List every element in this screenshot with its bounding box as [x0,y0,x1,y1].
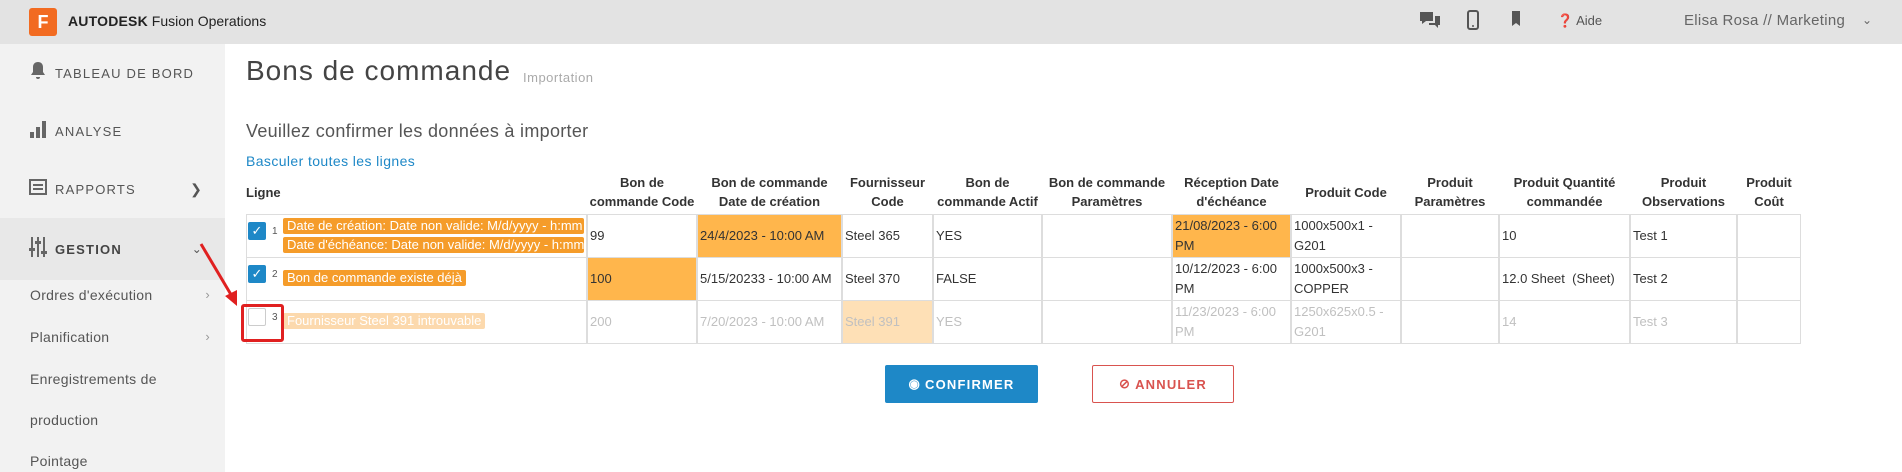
toggle-all-rows-link[interactable]: Basculer toutes les lignes [246,153,415,169]
top-bar: F AUTODESK Fusion Operations ❓ Aide Elis… [0,0,1902,44]
row-3-cost [1737,300,1801,344]
mobile-icon[interactable] [1467,10,1479,35]
row-1-parameters [1042,214,1172,258]
row-2-date-creation: 5/15/20233 - 10:00 AM [697,257,842,301]
row-1-cost [1737,214,1801,258]
header-active: Bon de commande Actif [937,175,1038,209]
row-2-product-parameters [1401,257,1499,301]
row-3-observations: Test 3 [1630,300,1737,344]
row-3-product-parameters [1401,300,1499,344]
row-1-product-code: 1000x500x1 - G201 [1291,214,1401,258]
annotation-arrow-icon [199,243,237,306]
sidebar-sub-item-production-records-line2[interactable]: production [30,412,210,428]
confirm-button[interactable]: ◉ CONFIRMER [885,365,1038,403]
row-1-active: YES [933,214,1042,258]
chevron-right-icon: ❯ [190,180,203,197]
row-2-checkbox[interactable]: ✓ [248,265,266,283]
sidebar-item-analysis[interactable]: ANALYSE [0,102,225,160]
row-2-product-code: 1000x500x3 - COPPER [1291,257,1401,301]
annotation-highlight-box [241,304,284,342]
confirm-instruction: Veuillez confirmer les données à importe… [246,121,589,141]
header-ligne: Ligne [246,185,281,200]
chevron-right-icon: › [205,329,210,344]
row-2-observations: Test 2 [1630,257,1737,301]
row-1-supplier: Steel 365 [842,214,933,258]
cancel-button[interactable]: ⊘ ANNULER [1092,365,1234,403]
row-3-product-code: 1250x625x0.5 - G201 [1291,300,1401,344]
row-3-parameters [1042,300,1172,344]
header-supplier: Fournisseur Code [849,175,926,209]
page-subtitle: Importation [523,70,594,85]
row-3-error-tag: Fournisseur Steel 391 introuvable [283,313,486,329]
row-1-error-tag: Date de création: Date non valide: M/d/y… [283,218,584,234]
sidebar-item-management[interactable]: GESTION ⌄ [0,218,225,280]
sidebar: TABLEAU DE BORD ANALYSE RAPPORTS ❯ GESTI… [0,44,225,472]
row-1-code: 99 [587,214,697,258]
row-1-quantity: 10 [1499,214,1630,258]
row-2-parameters [1042,257,1172,301]
header-due-date: Réception Date d'échéance [1184,175,1279,209]
header-product-parameters: Produit Paramètres [1414,175,1486,209]
header-observations: Produit Observations [1641,175,1726,209]
row-3-active: YES [933,300,1042,344]
row-2-error-tag: Bon de commande existe déjà [283,270,466,286]
sidebar-item-dashboard[interactable]: TABLEAU DE BORD [0,44,225,102]
header-code: Bon de commande Code [589,175,695,209]
row-3-quantity: 14 [1499,300,1630,344]
row-3-code: 200 [587,300,697,344]
bell-icon [28,61,48,86]
sliders-icon [28,236,48,263]
row-2-due-date: 10/12/2023 - 6:00 PM [1172,257,1291,301]
fusion-logo-icon[interactable]: F [29,8,57,36]
row-2-cost [1737,257,1801,301]
header-quantity: Produit Quantité commandée [1513,175,1616,209]
sidebar-sub-item-planning[interactable]: Planification › [30,329,210,345]
header-date-creation: Bon de commande Date de création [711,175,828,209]
row-1-observations: Test 1 [1630,214,1737,258]
row-1-product-parameters [1401,214,1499,258]
row-3-due-date: 11/23/2023 - 6:00 PM [1172,300,1291,344]
question-icon: ❓ [1557,13,1574,28]
row-3-supplier: Steel 391 [842,300,933,344]
header-parameters: Bon de commande Paramètres [1048,175,1166,209]
bar-chart-icon [28,119,48,144]
row-2-number: 2 [272,269,278,280]
page-title: Bons de commande [246,55,512,86]
sidebar-item-reports[interactable]: RAPPORTS ❯ [0,160,225,218]
sidebar-sub-item-production-records[interactable]: Enregistrements de [30,371,210,387]
sidebar-sub-item-timekeeping[interactable]: Pointage [30,453,210,469]
help-link[interactable]: ❓ Aide [1557,13,1602,29]
bookmark-icon[interactable] [1510,10,1522,33]
row-1-due-date: 21/08/2023 - 6:00 PM [1172,214,1291,258]
user-menu[interactable]: Elisa Rosa // Marketing [1684,12,1845,29]
header-product-code: Produit Code [1305,185,1387,200]
sidebar-sub-item-work-orders[interactable]: Ordres d'exécution › [30,287,210,303]
row-3-date-creation: 7/20/2023 - 10:00 AM [697,300,842,344]
chat-icon[interactable] [1418,9,1442,36]
row-2-code: 100 [587,257,697,301]
row-2-active: FALSE [933,257,1042,301]
cancel-circle-icon: ⊘ [1118,376,1132,391]
row-2-quantity: 12.0 Sheet (Sheet) [1499,257,1630,301]
row-1-checkbox[interactable]: ✓ [248,222,266,240]
report-icon [28,178,48,201]
brand-title: AUTODESK Fusion Operations [68,13,267,29]
row-1-error-tag: Date d'échéance: Date non valide: M/d/yy… [283,237,584,253]
chevron-down-icon[interactable]: ⌄ [1862,13,1872,27]
row-1-date-creation: 24/4/2023 - 10:00 AM [697,214,842,258]
check-circle-icon: ◉ [908,376,921,391]
row-1-number: 1 [272,226,278,237]
header-cost: Produit Coût [1746,175,1792,209]
row-2-supplier: Steel 370 [842,257,933,301]
